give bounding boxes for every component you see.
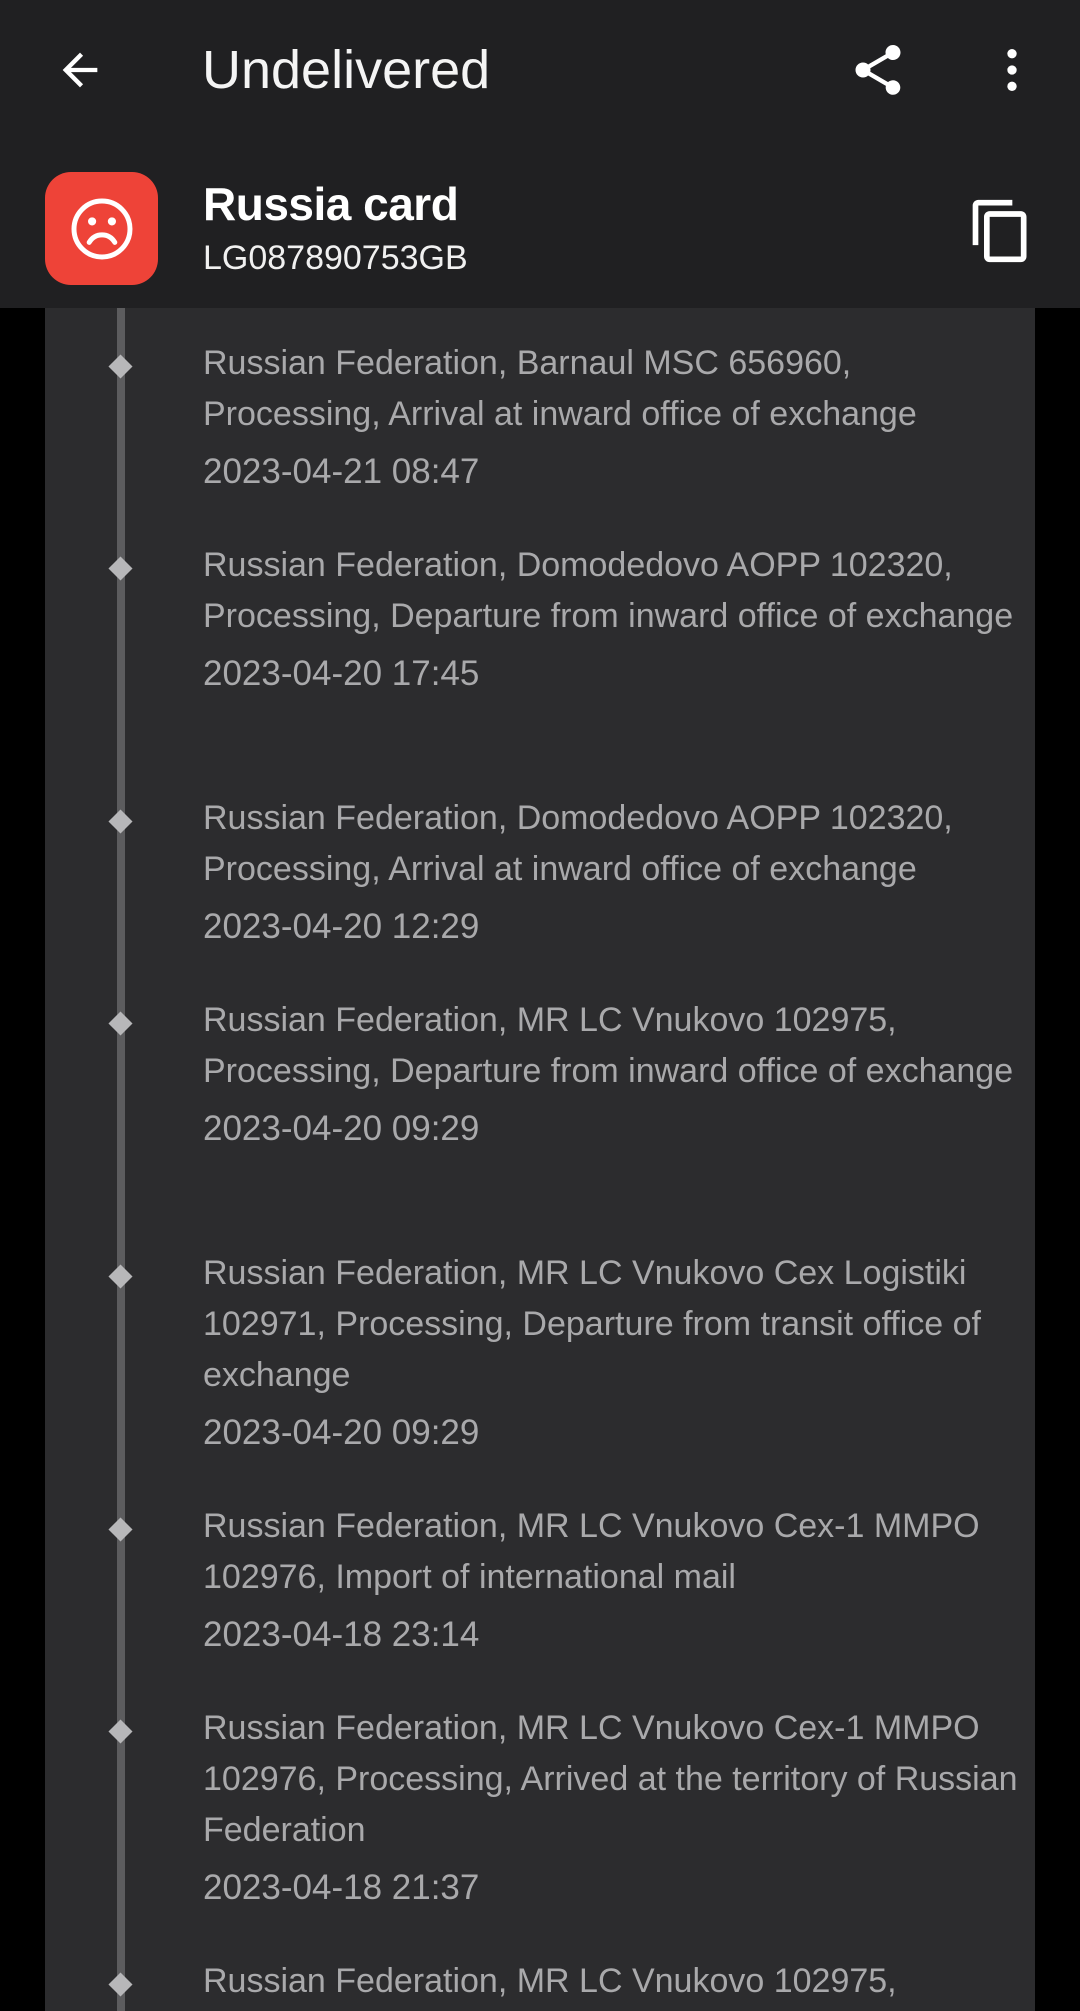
app-bar: Undelivered (0, 0, 1080, 140)
status-avatar (45, 172, 158, 285)
event-description: Russian Federation, MR LC Vnukovo Cex Lo… (203, 1254, 981, 1394)
timeline-dot (108, 1264, 133, 1289)
sad-face-icon (71, 198, 132, 259)
timeline-dot (108, 1719, 133, 1744)
share-icon (855, 45, 901, 95)
event-date: 2023-04-20 09:29 (203, 1413, 480, 1452)
event-date: 2023-04-21 08:47 (203, 452, 480, 491)
parcel-name: Russia card (203, 178, 459, 230)
event-description: Russian Federation, Domodedovo AOPP 1023… (203, 546, 1014, 635)
back-button[interactable] (40, 30, 120, 110)
timeline-dot (108, 809, 133, 834)
tracking-number[interactable]: LG087890753GB (203, 236, 468, 280)
timeline-dot (108, 1517, 133, 1542)
timeline-dot (108, 556, 133, 581)
more-options-button[interactable] (972, 30, 1052, 110)
arrow-left-icon (62, 52, 98, 88)
timeline-dot (108, 1011, 133, 1036)
timeline-dot (108, 354, 133, 379)
event-date: 2023-04-18 23:14 (203, 1615, 480, 1654)
event-date: 2023-04-20 09:29 (203, 1109, 480, 1148)
event-description: Russian Federation, Barnaul MSC 656960, … (203, 344, 917, 433)
event-description: Russian Federation, MR LC Vnukovo Cex-1 … (203, 1507, 980, 1596)
share-button[interactable] (838, 30, 918, 110)
copy-button[interactable] (956, 186, 1046, 276)
event-description: Russian Federation, MR LC Vnukovo Cex-1 … (203, 1709, 1018, 1849)
more-vertical-icon (1007, 49, 1017, 91)
copy-icon (972, 199, 1027, 263)
tracking-timeline[interactable]: Russian Federation, Barnaul MSC 656960, … (45, 308, 1035, 2011)
event-date: 2023-04-20 12:29 (203, 907, 480, 946)
event-date: 2023-04-18 21:37 (203, 1868, 480, 1907)
event-description: Russian Federation, MR LC Vnukovo 102975… (203, 1962, 897, 2000)
page-title: Undelivered (202, 40, 491, 100)
event-description: Russian Federation, MR LC Vnukovo 102975… (203, 1001, 1014, 1090)
event-description: Russian Federation, Domodedovo AOPP 1023… (203, 799, 953, 888)
timeline-dot (108, 1972, 133, 1997)
event-date: 2023-04-20 17:45 (203, 654, 480, 693)
parcel-header: Russia card LG087890753GB (0, 140, 1080, 308)
